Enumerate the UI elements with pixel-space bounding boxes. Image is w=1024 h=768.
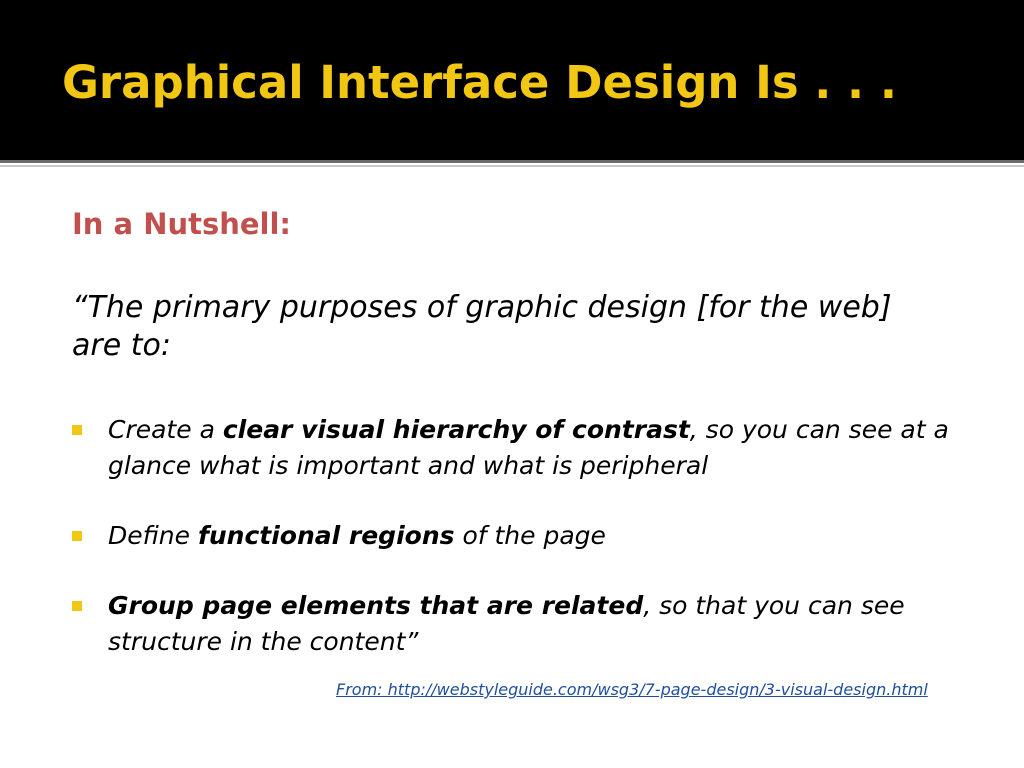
square-bullet-icon (72, 531, 82, 541)
bullet-text-bold: functional regions (197, 521, 455, 550)
bullet-text-pre: Define (108, 521, 198, 550)
square-bullet-icon (72, 601, 82, 611)
bullet-item: Define functional regions of the page (72, 518, 972, 554)
bullet-text-post: of the page (454, 521, 606, 550)
title-divider (0, 160, 1024, 163)
bullet-item: Group page elements that are related, so… (72, 588, 972, 660)
title-divider-light (0, 165, 1024, 167)
title-bar: Graphical Interface Design Is . . . (0, 0, 1024, 160)
bullet-item: Create a clear visual hierarchy of contr… (72, 412, 972, 484)
bullet-list: Create a clear visual hierarchy of contr… (72, 412, 972, 694)
square-bullet-icon (72, 425, 82, 435)
subheading: In a Nutshell: (72, 207, 292, 241)
source-link[interactable]: From: http://webstyleguide.com/wsg3/7-pa… (336, 680, 928, 699)
slide-title: Graphical Interface Design Is . . . (62, 56, 897, 109)
quote-intro: “The primary purposes of graphic design … (72, 290, 892, 363)
bullet-text-bold: Group page elements that are related (108, 591, 644, 620)
bullet-text-bold: clear visual hierarchy of contrast (222, 415, 690, 444)
bullet-text-pre: Create a (108, 415, 223, 444)
